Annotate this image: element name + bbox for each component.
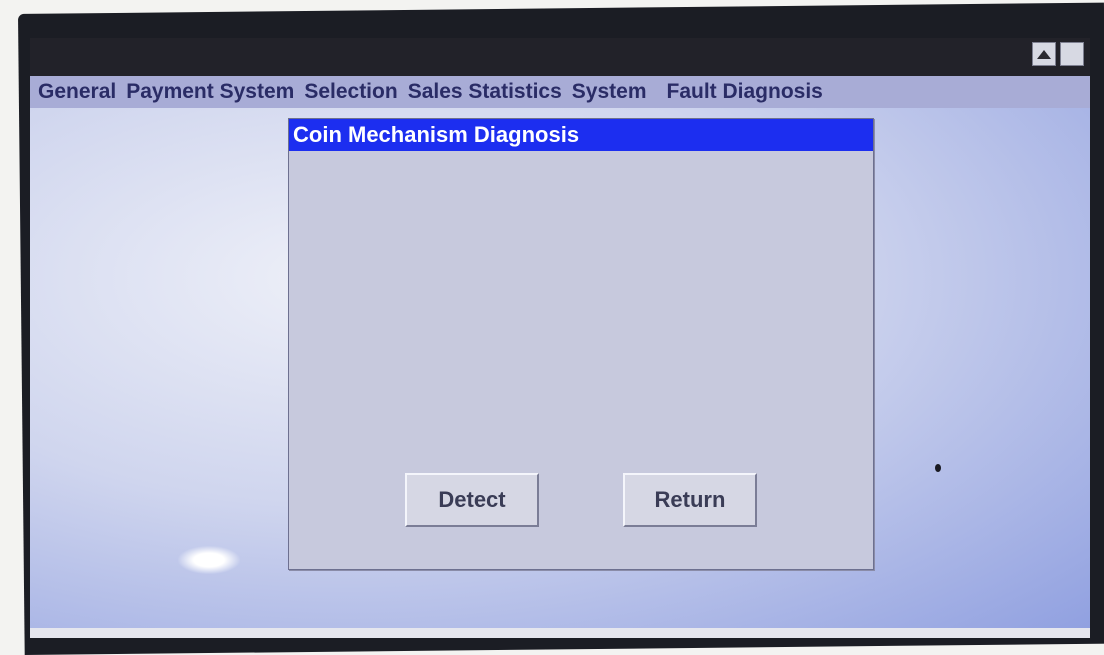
coin-mechanism-dialog: Coin Mechanism Diagnosis Detect Return (288, 118, 874, 570)
menu-fault-diagnosis[interactable]: Fault Diagnosis (662, 80, 828, 104)
dialog-title: Coin Mechanism Diagnosis (289, 119, 873, 151)
menu-general[interactable]: General (30, 80, 121, 104)
screen-glare (178, 546, 240, 574)
bottom-edge (30, 628, 1090, 638)
menu-selection[interactable]: Selection (299, 80, 402, 104)
screen: General Payment System Selection Sales S… (30, 38, 1090, 638)
menu-payment-system[interactable]: Payment System (121, 80, 299, 104)
dialog-body: Detect Return (289, 151, 873, 569)
menu-system[interactable]: System (567, 80, 652, 104)
triangle-up-icon (1037, 49, 1051, 59)
top-bar (30, 38, 1090, 76)
screen-speck (935, 464, 941, 472)
blank-window-button[interactable] (1060, 42, 1084, 66)
detect-button[interactable]: Detect (405, 473, 539, 527)
desktop-area: Coin Mechanism Diagnosis Detect Return (30, 108, 1090, 638)
scroll-up-button[interactable] (1032, 42, 1056, 66)
menu-sales-statistics[interactable]: Sales Statistics (403, 80, 567, 104)
return-button[interactable]: Return (623, 473, 757, 527)
window-controls (1032, 42, 1084, 66)
menubar: General Payment System Selection Sales S… (30, 76, 1090, 108)
